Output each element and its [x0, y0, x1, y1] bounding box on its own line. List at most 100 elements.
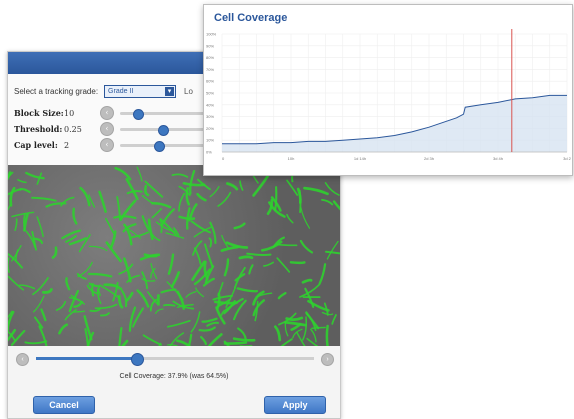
slider-knob[interactable] — [154, 140, 165, 152]
y-tick-label: 60% — [206, 79, 214, 84]
decrease-icon[interactable]: ‹ — [100, 106, 114, 120]
cell-shape — [154, 308, 164, 314]
grade-row: Select a tracking grade: Grade II ▾ Lo — [14, 85, 193, 98]
cell-shape — [65, 277, 71, 291]
cell-shape — [72, 207, 78, 225]
cell-shape — [103, 283, 123, 291]
slider-track — [132, 357, 314, 360]
cell-shape — [298, 189, 302, 214]
cell-shape — [326, 240, 339, 260]
cell-shape — [144, 184, 150, 197]
cell-shape — [239, 180, 244, 191]
cell-shape — [125, 291, 134, 302]
cell-shape — [321, 198, 334, 206]
param-value: 0.25 — [64, 124, 82, 134]
cell-shape — [167, 319, 191, 328]
cell-shape — [169, 332, 185, 346]
cell-shape — [147, 218, 154, 241]
cell-shape — [208, 237, 213, 248]
param-label: Threshold: — [14, 124, 63, 134]
param-slider[interactable] — [120, 108, 214, 120]
cell-shape — [178, 192, 186, 212]
cell-shape — [141, 215, 150, 231]
param-value: 10 — [64, 108, 75, 118]
cell-shape — [200, 336, 207, 346]
cancel-button[interactable]: Cancel — [33, 396, 95, 414]
grade-value: Grade II — [108, 88, 134, 95]
grade-dropdown[interactable]: Grade II ▾ — [104, 85, 177, 98]
cell-shape — [215, 306, 226, 325]
y-tick-label: 30% — [206, 114, 214, 119]
y-tick-label: 100% — [206, 32, 217, 37]
cell-shape — [286, 179, 299, 196]
cell-shape — [73, 310, 86, 313]
apply-button[interactable]: Apply — [264, 396, 326, 414]
grade-trailing-label: Lo — [184, 87, 193, 96]
cell-shape — [331, 314, 337, 325]
cell-shape — [99, 312, 110, 317]
cell-shape — [171, 173, 189, 178]
cell-shape — [233, 222, 246, 230]
cell-shape — [275, 243, 298, 247]
cell-shape — [60, 196, 75, 207]
chevron-right-icon[interactable]: › — [321, 353, 334, 366]
cell-shape — [105, 217, 115, 234]
slider-knob[interactable] — [130, 353, 144, 366]
cell-shape — [98, 190, 107, 213]
cell-shape — [36, 216, 44, 238]
cell-shape — [79, 186, 91, 207]
cell-shape — [223, 341, 248, 345]
cell-shape — [8, 257, 10, 274]
cell-shape — [217, 191, 232, 207]
slider-knob[interactable] — [158, 124, 170, 136]
coverage-slider[interactable]: ‹ › — [16, 353, 334, 366]
cell-shape — [61, 229, 82, 240]
cell-shape — [149, 298, 158, 312]
cell-shape — [209, 186, 220, 198]
x-tick-label: 2d 3h — [424, 156, 434, 161]
slider-fill — [36, 357, 132, 360]
cell-shape — [78, 234, 91, 253]
cell-shape — [185, 187, 191, 206]
cell-shape — [136, 289, 150, 308]
cell-shape — [238, 255, 254, 260]
y-tick-label: 20% — [206, 126, 214, 131]
decrease-icon[interactable]: ‹ — [100, 138, 114, 152]
param-row-block-size: Block Size: 10 ‹ — [14, 106, 214, 120]
cell-shape — [299, 239, 314, 254]
x-tick-label: 3d 4h — [493, 156, 503, 161]
cell-shape — [277, 291, 287, 300]
param-slider[interactable] — [120, 124, 214, 136]
cell-shape — [300, 207, 311, 229]
cell-shape — [94, 303, 118, 310]
decrease-icon[interactable]: ‹ — [100, 122, 114, 136]
x-tick-label: 3d 2 — [563, 156, 572, 161]
param-slider[interactable] — [120, 140, 214, 152]
cell-shape — [65, 235, 77, 243]
cell-shape — [51, 246, 58, 259]
cell-shape — [141, 271, 149, 290]
cell-shape — [233, 266, 246, 289]
cell-shape — [310, 328, 317, 343]
param-row-cap-level: Cap level: 2 ‹ — [14, 138, 214, 152]
cell-shape — [151, 208, 163, 219]
cell-shape — [88, 282, 101, 288]
slider-knob[interactable] — [132, 108, 144, 120]
chevron-down-icon: ▾ — [165, 87, 175, 96]
cell-shape — [284, 321, 289, 337]
cell-overlay — [8, 165, 340, 346]
y-tick-label: 80% — [206, 55, 214, 60]
cell-shape — [121, 290, 128, 308]
cell-shape — [163, 304, 176, 307]
chevron-left-icon[interactable]: ‹ — [16, 353, 29, 366]
cell-shape — [325, 324, 329, 346]
cell-shape — [125, 177, 139, 201]
cell-shape — [142, 334, 162, 346]
cell-shape — [226, 182, 239, 191]
cell-shape — [91, 282, 95, 297]
cell-shape — [113, 215, 137, 219]
cell-shape — [289, 261, 306, 265]
cell-shape — [273, 325, 282, 342]
coverage-text: Cell Coverage: 37.9% (was 64.5%) — [119, 373, 229, 380]
cell-shape — [223, 258, 230, 277]
